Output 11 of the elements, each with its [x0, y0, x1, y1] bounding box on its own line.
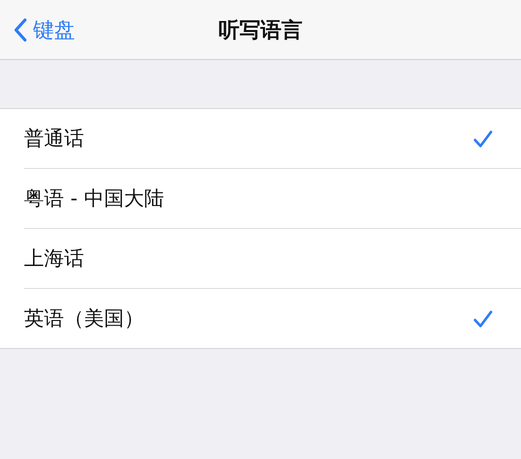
language-row[interactable]: 上海话 [24, 229, 521, 289]
back-chevron-icon [14, 18, 27, 42]
back-button[interactable]: 键盘 [0, 16, 75, 44]
nav-title: 听写语言 [218, 16, 302, 44]
language-row[interactable]: 粤语 - 中国大陆 [24, 169, 521, 229]
language-label: 英语（美国） [24, 305, 144, 332]
language-label: 粤语 - 中国大陆 [24, 185, 164, 212]
language-label: 上海话 [24, 245, 84, 272]
language-row[interactable]: 普通话 [24, 109, 521, 169]
language-row[interactable]: 英语（美国） [24, 289, 521, 348]
language-label: 普通话 [24, 125, 84, 152]
